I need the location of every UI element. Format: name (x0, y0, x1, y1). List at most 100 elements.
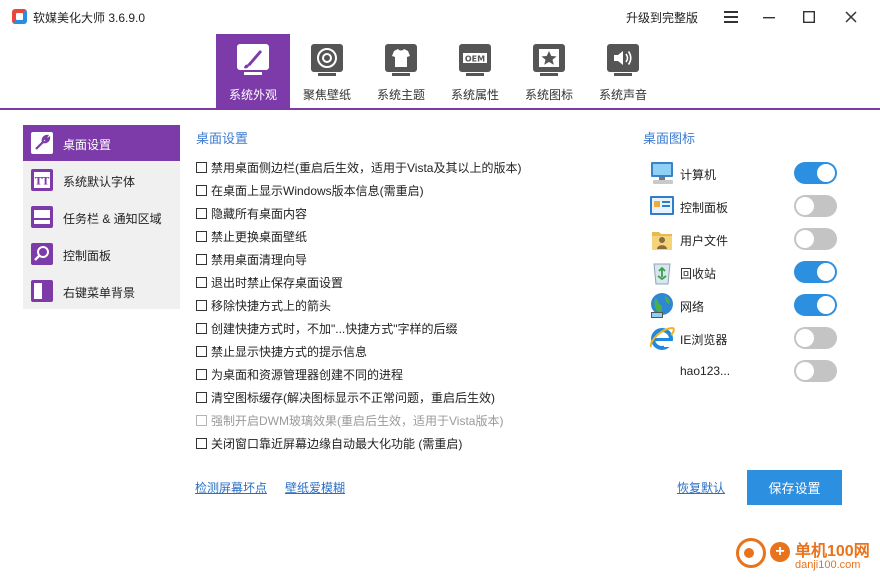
option-label: 创建快捷方式时，不加"...快捷方式"字样的后缀 (211, 321, 458, 336)
watermark-plus-icon: + (770, 542, 790, 562)
option-label: 隐藏所有桌面内容 (211, 206, 308, 221)
toggle-knob (796, 329, 814, 347)
watermark: + 单机100网 danji100.com (730, 534, 880, 579)
watermark-name: 单机100网 (795, 543, 870, 560)
hamburger-icon (724, 11, 738, 23)
magnifier-icon (31, 243, 53, 265)
checkbox[interactable] (196, 276, 207, 288)
checkbox[interactable] (196, 161, 207, 173)
sidebar-item-desktop-settings[interactable]: 桌面设置 (23, 125, 180, 161)
sidebar-item-taskbar[interactable]: 任务栏 & 通知区域 (23, 199, 180, 235)
star-icon (533, 44, 565, 76)
recycle-bin-toggle[interactable] (794, 261, 837, 283)
close-button[interactable] (832, 0, 870, 34)
upgrade-link[interactable]: 升级到完整版 (626, 9, 698, 26)
sidebar-item-label: 控制面板 (63, 249, 112, 263)
watermark-logo-icon (736, 538, 766, 568)
settings-sidebar: 桌面设置 TT 系统默认字体 任务栏 & 通知区域 控制面板 右键菜单背景 (23, 125, 180, 309)
tab-focus-wallpaper[interactable]: 聚焦壁纸 (290, 34, 364, 108)
sidebar-item-label: 右键菜单背景 (63, 286, 136, 300)
desktop-icon-label: 网络 (680, 300, 705, 314)
checkbox[interactable] (196, 345, 207, 357)
toggle-knob (817, 164, 835, 182)
option-no-shortcut-suffix[interactable]: 创建快捷方式时，不加"...快捷方式"字样的后缀 (196, 319, 458, 337)
sidebar-item-control-panel[interactable]: 控制面板 (23, 236, 180, 272)
hao123-toggle[interactable] (794, 360, 837, 382)
network-globe-icon (651, 293, 673, 318)
checkbox[interactable] (196, 299, 207, 311)
control-panel-toggle[interactable] (794, 195, 837, 217)
option-hide-desktop-content[interactable]: 隐藏所有桌面内容 (196, 204, 307, 222)
tab-system-theme[interactable]: 系统主题 (364, 34, 438, 108)
option-remove-shortcut-arrow[interactable]: 移除快捷方式上的箭头 (196, 296, 331, 314)
detect-dead-pixels-link[interactable]: 检测屏幕坏点 (195, 479, 267, 496)
maximize-button[interactable] (790, 0, 828, 34)
option-force-dwm-glass: 强制开启DWM玻璃效果(重启后生效，适用于Vista版本) (196, 411, 503, 429)
desktop-icon-row-user-files: 用户文件 (645, 224, 845, 254)
user-files-toggle[interactable] (794, 228, 837, 250)
menu-button[interactable] (712, 0, 750, 34)
option-label: 强制开启DWM玻璃效果(重启后生效，适用于Vista版本) (211, 413, 504, 428)
paintbrush-icon (237, 44, 269, 75)
desktop-icon-label: hao123... (680, 364, 731, 378)
checkbox[interactable] (196, 437, 207, 449)
desktop-icon-row-network: 网络 (645, 290, 845, 320)
option-label: 退出时禁止保存桌面设置 (211, 275, 344, 290)
desktop-icon-label: 计算机 (680, 168, 717, 182)
oem-icon: OEM (459, 44, 491, 76)
option-clear-icon-cache[interactable]: 清空图标缓存(解决图标显示不正常问题，重启后生效) (196, 388, 495, 406)
desktop-icon-label: 控制面板 (680, 201, 729, 215)
option-label: 禁用桌面清理向导 (211, 252, 308, 267)
tab-system-sounds[interactable]: 系统声音 (586, 34, 660, 108)
minimize-button[interactable] (750, 0, 788, 34)
wallpaper-blur-link[interactable]: 壁纸爱模糊 (285, 479, 345, 496)
option-disable-cleanup-wizard[interactable]: 禁用桌面清理向导 (196, 250, 307, 268)
sidebar-item-label: 桌面设置 (63, 138, 112, 152)
option-label: 禁止更换桌面壁纸 (211, 229, 308, 244)
app-title: 软媒美化大师 3.6.9.0 (33, 11, 146, 25)
checkbox[interactable] (196, 207, 207, 219)
taskbar-icon (31, 206, 53, 228)
title-bar: 软媒美化大师 3.6.9.0 升级到完整版 (0, 0, 880, 34)
checkbox[interactable] (196, 230, 207, 242)
desktop-icon-row-computer: 计算机 (645, 158, 845, 188)
toggle-knob (817, 263, 835, 281)
option-disable-sidebar[interactable]: 禁用桌面侧边栏(重启后生效，适用于Vista及其以上的版本) (196, 158, 521, 176)
checkbox[interactable] (196, 368, 207, 380)
tab-system-appearance[interactable]: 系统外观 (216, 34, 290, 108)
option-disable-shortcut-tips[interactable]: 禁止显示快捷方式的提示信息 (196, 342, 367, 360)
maximize-icon (803, 11, 815, 23)
desktop-icon-row-hao123: hao123... (645, 356, 845, 386)
tab-label: 系统主题 (376, 88, 425, 102)
checkbox[interactable] (196, 253, 207, 265)
option-disable-wallpaper-change[interactable]: 禁止更换桌面壁纸 (196, 227, 307, 245)
tab-system-properties[interactable]: OEM 系统属性 (438, 34, 512, 108)
tab-label: 系统图标 (524, 88, 573, 102)
tab-label: 聚焦壁纸 (302, 88, 351, 102)
network-toggle[interactable] (794, 294, 837, 316)
sidebar-item-label: 系统默认字体 (63, 175, 136, 189)
tab-label: 系统声音 (598, 88, 647, 102)
restore-default-link[interactable]: 恢复默认 (677, 479, 725, 496)
checkbox[interactable] (196, 184, 207, 196)
checkbox[interactable] (196, 322, 207, 334)
option-label: 禁用桌面侧边栏(重启后生效，适用于Vista及其以上的版本) (211, 160, 522, 175)
toggle-knob (817, 296, 835, 314)
desktop-icon-label: 回收站 (680, 267, 717, 281)
ie-toggle[interactable] (794, 327, 837, 349)
toggle-knob (796, 362, 814, 380)
option-disable-aero-snap[interactable]: 关闭窗口靠近屏幕边缘自动最大化功能 (需重启) (196, 434, 462, 452)
option-separate-process[interactable]: 为桌面和资源管理器创建不同的进程 (196, 365, 403, 383)
save-settings-button[interactable]: 保存设置 (747, 470, 842, 505)
desktop-icon-row-ie: IE浏览器 (645, 323, 845, 353)
checkbox[interactable] (196, 391, 207, 403)
option-no-save-on-exit[interactable]: 退出时禁止保存桌面设置 (196, 273, 343, 291)
tab-system-icons[interactable]: 系统图标 (512, 34, 586, 108)
option-label: 禁止显示快捷方式的提示信息 (211, 344, 368, 359)
app-logo-icon (12, 9, 27, 24)
computer-toggle[interactable] (794, 162, 837, 184)
tab-label: 系统属性 (450, 88, 499, 102)
option-show-windows-version[interactable]: 在桌面上显示Windows版本信息(需重启) (196, 181, 424, 199)
sidebar-item-default-font[interactable]: TT 系统默认字体 (23, 162, 180, 198)
sidebar-item-context-menu[interactable]: 右键菜单背景 (23, 273, 180, 309)
